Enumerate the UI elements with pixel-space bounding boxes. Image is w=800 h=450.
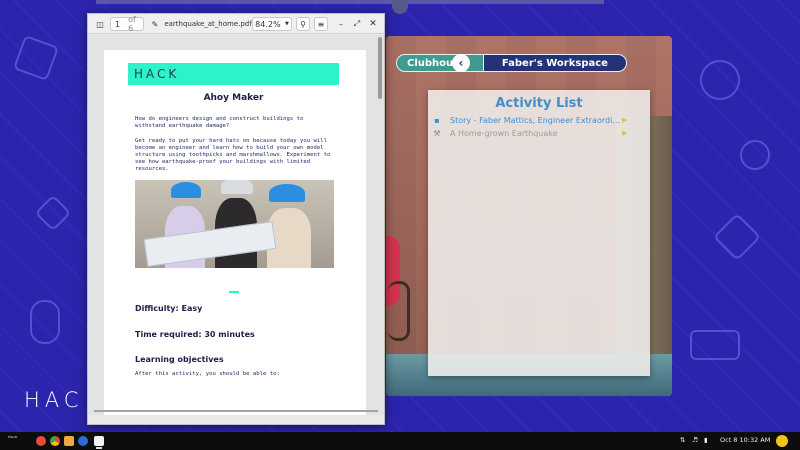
page-total: of 6 — [128, 15, 136, 33]
pdf-objectives-heading: Learning objectives — [135, 355, 224, 364]
breadcrumb: Clubhouse ‹ Faber's Workspace — [396, 54, 627, 72]
pdf-document-area[interactable]: HACK Ahoy Maker How do engineers design … — [88, 35, 384, 415]
minimize-icon[interactable]: – — [336, 17, 346, 31]
store-icon[interactable] — [78, 436, 88, 446]
chevron-right-icon: ▶ — [622, 129, 628, 137]
chevron-right-icon: ▶ — [622, 116, 628, 124]
back-arrow-icon[interactable]: ‹ — [452, 54, 470, 72]
chrome-icon[interactable] — [50, 436, 60, 446]
pdf-page: HACK Ahoy Maker How do engineers design … — [104, 50, 366, 415]
volume-icon[interactable]: ♬ — [692, 436, 698, 444]
activity-item-story[interactable]: ▪ Story - Faber Mattics, Engineer Extrao… — [434, 114, 621, 126]
document-filename: earthquake_at_home.pdf — [164, 20, 252, 28]
menu-icon[interactable]: ≡ — [314, 17, 328, 31]
document-icon[interactable] — [94, 436, 104, 446]
doodle-decoration — [700, 60, 740, 100]
activity-item-earthquake[interactable]: ⚒ A Home-grown Earthquake — [433, 127, 558, 139]
sidebar-icon[interactable]: ◫ — [93, 17, 107, 31]
breadcrumb-current: Faber's Workspace — [482, 54, 627, 72]
page-number-field[interactable]: 1 of 6 — [110, 15, 144, 33]
activity-list-title: Activity List — [495, 96, 583, 111]
pdf-difficulty: Difficulty: Easy — [135, 304, 203, 313]
pdf-viewer-window: ◫ 1 of 6 ✎ earthquake_at_home.pdf 84.2% … — [87, 13, 385, 425]
active-app-indicator — [96, 447, 102, 449]
doodle-decoration — [740, 140, 770, 170]
section-divider — [229, 291, 239, 293]
doodle-decoration — [12, 34, 60, 82]
activity-list-panel: Activity List ▪ Story - Faber Mattics, E… — [428, 90, 650, 376]
restore-icon[interactable]: ⤢ — [352, 17, 362, 31]
kids-with-hard-hats-photo — [135, 180, 334, 268]
doodle-decoration — [34, 194, 72, 232]
breadcrumb-clubhouse[interactable]: Clubhouse — [396, 54, 491, 72]
search-icon[interactable]: ⚲ — [296, 17, 310, 31]
close-icon[interactable]: ✕ — [368, 17, 378, 31]
sun-icon[interactable] — [776, 435, 788, 447]
zoom-value: 84.2% — [255, 19, 281, 29]
activity-item-label: Story - Faber Mattics, Engineer Extraord… — [450, 115, 621, 125]
edit-icon[interactable]: ✎ — [148, 17, 162, 31]
doodle-decoration — [30, 300, 60, 344]
clock[interactable]: Oct 8 10:32 AM — [720, 436, 770, 444]
story-icon: ▪ — [434, 115, 440, 125]
doodle-decoration — [712, 212, 762, 262]
tools-icon: ⚒ — [433, 128, 441, 138]
pdf-objectives-intro: After this activity, you should be able … — [135, 371, 280, 377]
doodle-decoration — [690, 330, 740, 360]
pdf-header-band: HACK — [128, 63, 339, 85]
zoom-select[interactable]: 84.2% ▼ — [252, 17, 292, 31]
files-icon[interactable] — [64, 436, 74, 446]
vertical-scrollbar[interactable] — [378, 37, 382, 99]
activity-item-label: A Home-grown Earthquake — [450, 128, 558, 138]
battery-icon[interactable]: ▮ — [704, 436, 708, 444]
app-icon[interactable] — [36, 436, 46, 446]
pdf-intro-text: How do engineers design and construct bu… — [135, 116, 304, 129]
page-current[interactable]: 1 — [115, 20, 120, 29]
horizontal-scrollbar[interactable] — [94, 410, 378, 412]
pdf-body-text: Get ready to put your hard hats on becau… — [135, 138, 331, 172]
pdf-title: Ahoy Maker — [203, 93, 264, 103]
taskbar: ᴴᴬᶜᴷ ⇅ ♬ ▮ Oct 8 10:32 AM — [0, 432, 800, 450]
top-edge — [96, 0, 604, 4]
network-icon[interactable]: ⇅ — [680, 436, 685, 444]
robot-coil — [388, 281, 410, 341]
pdf-toolbar: ◫ 1 of 6 ✎ earthquake_at_home.pdf 84.2% … — [88, 14, 384, 34]
pdf-time-required: Time required: 30 minutes — [135, 330, 255, 339]
hack-logo[interactable]: ᴴᴬᶜᴷ — [8, 436, 17, 442]
chevron-down-icon: ▼ — [284, 21, 289, 27]
